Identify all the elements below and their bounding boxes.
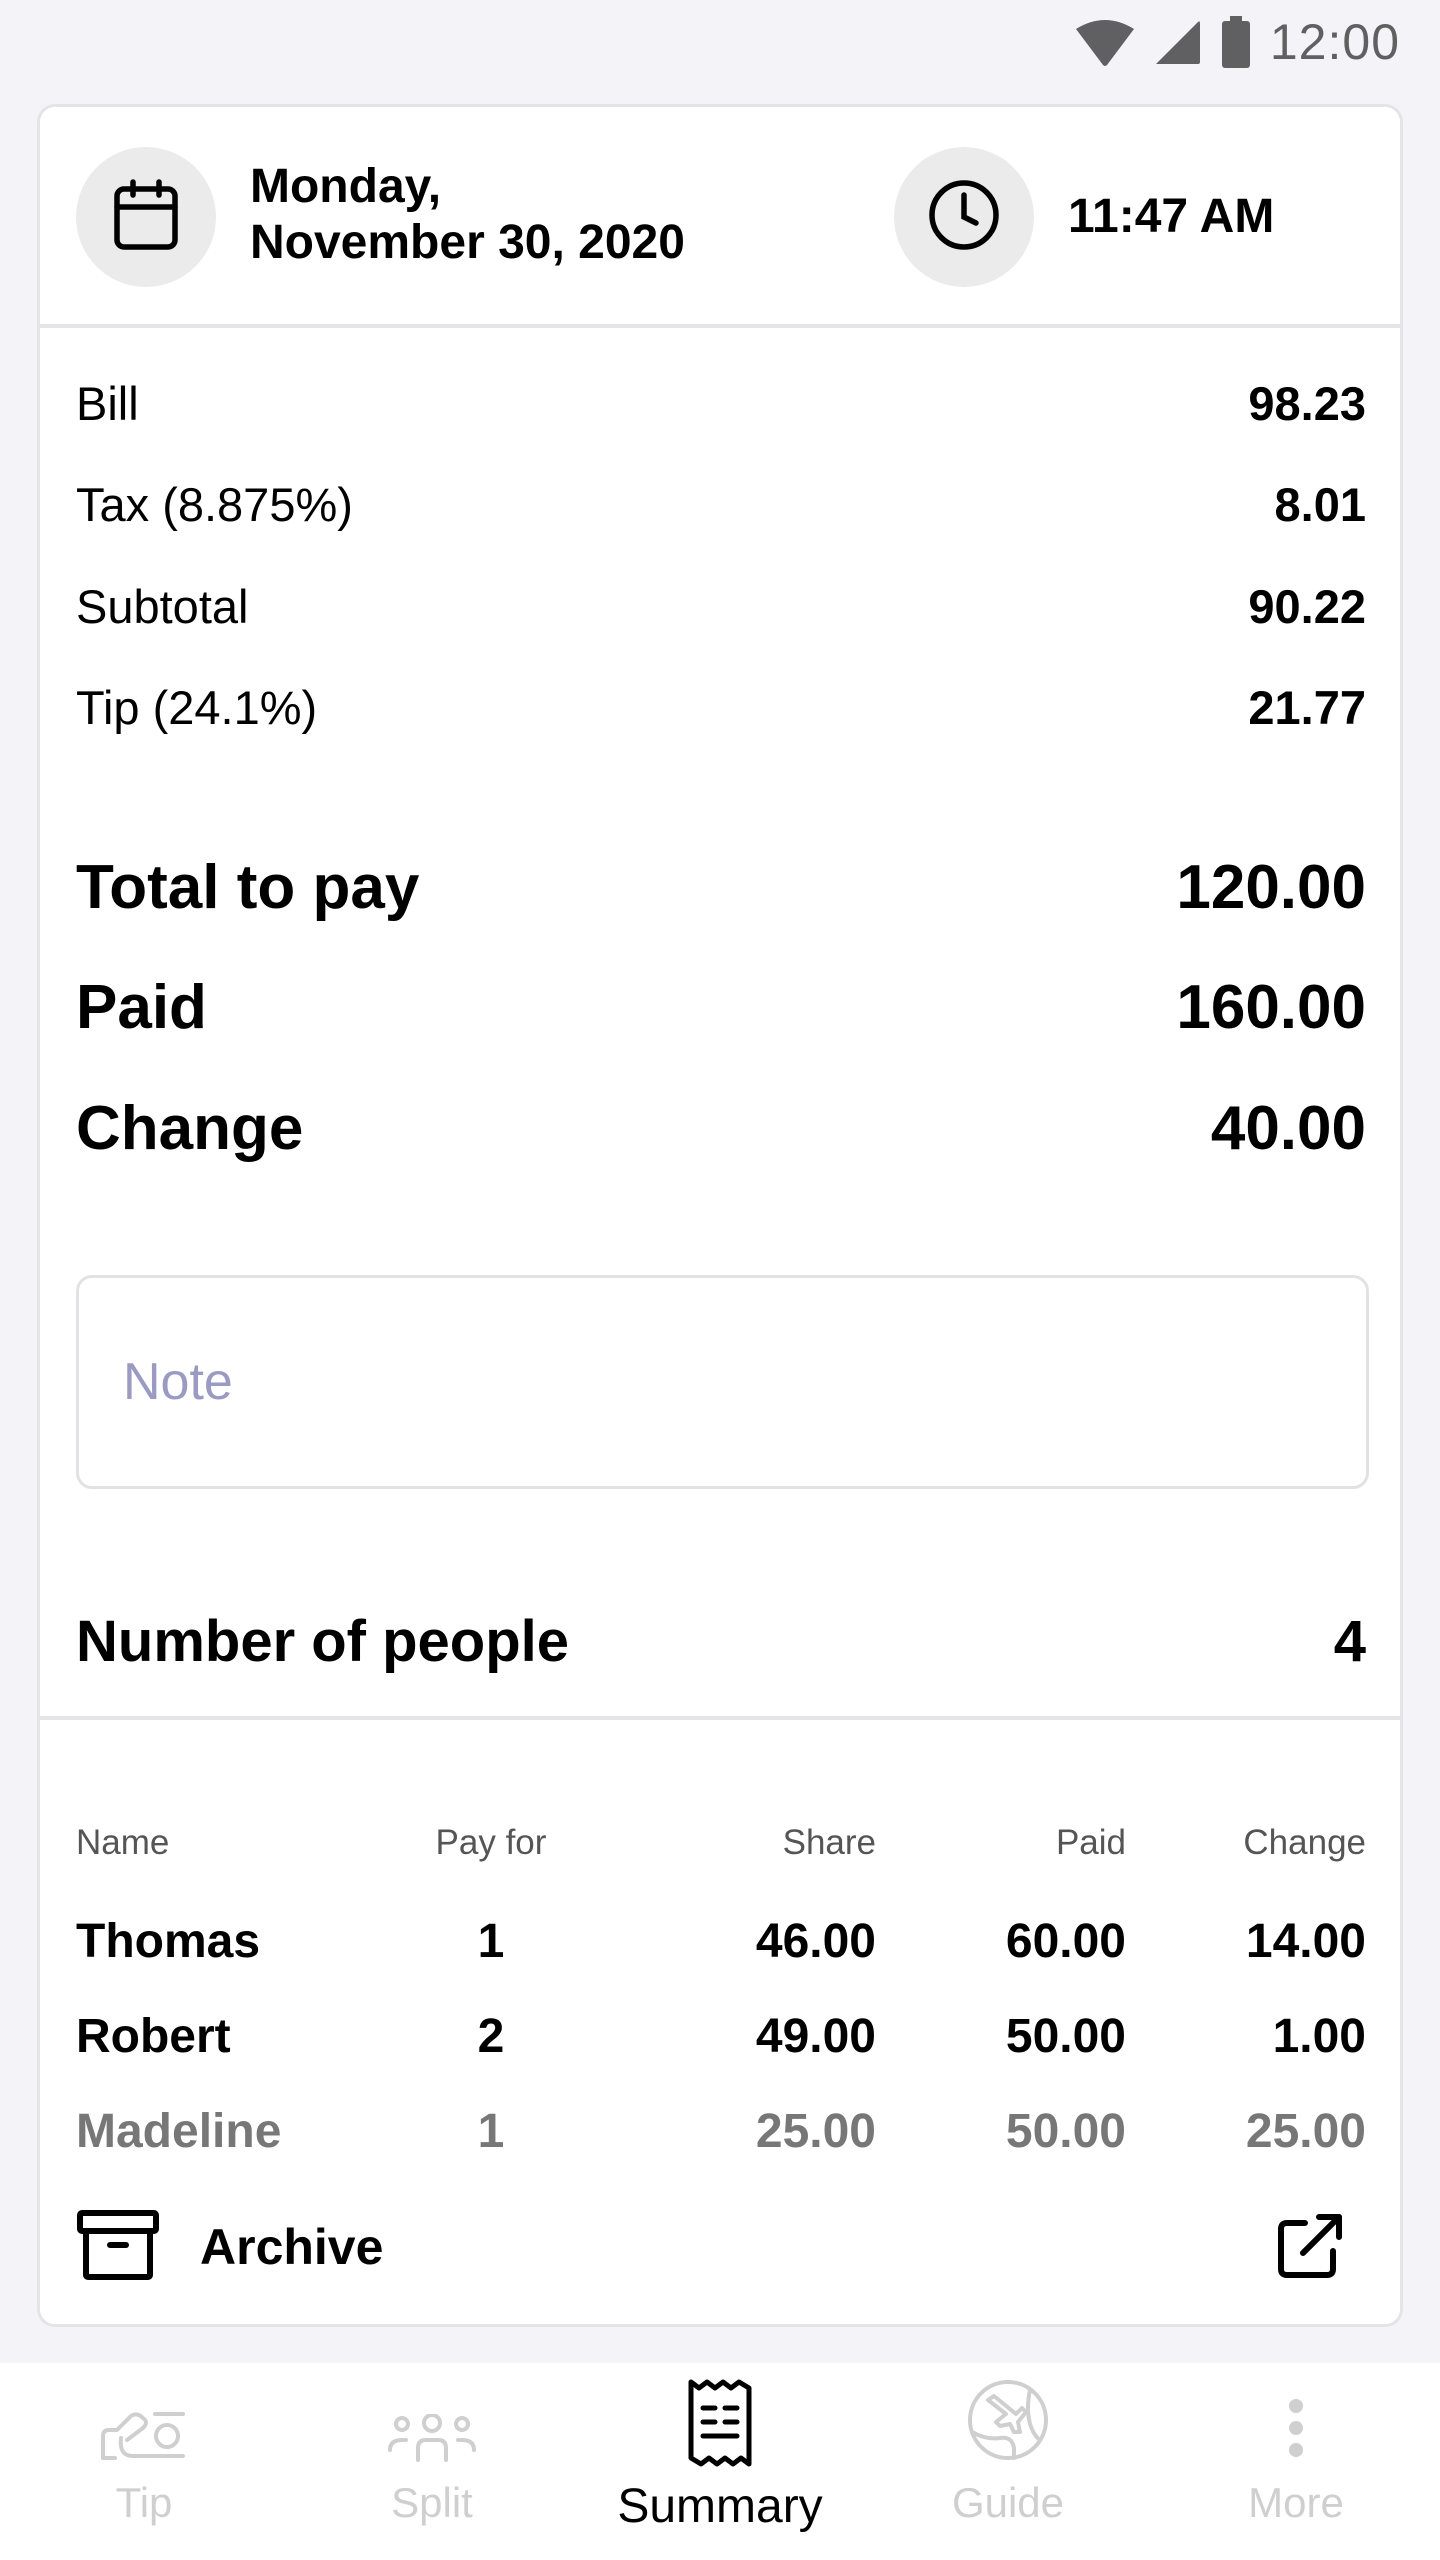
person-share: 25.00	[755, 2104, 876, 2158]
table-row: Robert 2 49.00 50.00 1.00	[76, 2006, 1366, 2066]
nav-label-guide: Guide	[951, 2479, 1065, 2526]
wifi-icon	[1074, 17, 1136, 67]
paid-row: Paid 160.00	[76, 969, 1366, 1045]
date-weekday: Monday,	[250, 160, 442, 213]
change-row: Change 40.00	[76, 1090, 1366, 1166]
tip-row: Tip (24.1%) 21.77	[76, 677, 1366, 737]
summary-card: Monday, November 30, 2020 11:47 AM Bill …	[37, 104, 1403, 2327]
more-vertical-icon	[1286, 2398, 1306, 2467]
archive-button[interactable]: Archive	[76, 2202, 383, 2292]
tax-value: 8.01	[1274, 477, 1366, 531]
globe-plane-icon	[966, 2378, 1050, 2467]
archive-box-icon	[76, 2209, 160, 2286]
person-change: 14.00	[1245, 1914, 1366, 1968]
time-label[interactable]: 11:47 AM	[1068, 189, 1274, 245]
nav-label-tip: Tip	[115, 2479, 173, 2526]
receipt-icon	[687, 2378, 753, 2473]
total-to-pay-label: Total to pay	[76, 852, 420, 922]
col-paid: Paid	[1055, 1823, 1126, 1862]
person-pay-for: 2	[477, 2009, 505, 2063]
person-share: 46.00	[755, 1914, 876, 1968]
archive-label: Archive	[200, 2219, 384, 2275]
share-button[interactable]	[1266, 2202, 1356, 2292]
person-share: 49.00	[755, 2009, 876, 2063]
total-to-pay-row: Total to pay 120.00	[76, 849, 1366, 925]
table-row: Thomas 1 46.00 60.00 14.00	[76, 1911, 1366, 1971]
nav-label-split: Split	[391, 2479, 473, 2526]
tip-label: Tip (24.1%)	[76, 680, 318, 734]
change-value: 40.00	[1210, 1093, 1366, 1163]
status-bar: 12:00	[0, 0, 1440, 100]
col-pay-for: Pay for	[435, 1823, 547, 1862]
number-of-people-value: 4	[1333, 1608, 1366, 1674]
col-change: Change	[1243, 1823, 1366, 1862]
person-name: Madeline	[76, 2104, 282, 2158]
nav-tab-more[interactable]: More	[1152, 2363, 1440, 2560]
paid-label: Paid	[76, 972, 207, 1042]
section-divider	[40, 1716, 1400, 1720]
col-share: Share	[782, 1823, 876, 1862]
person-pay-for: 1	[477, 2104, 505, 2158]
date-label[interactable]: Monday, November 30, 2020	[250, 159, 685, 271]
clock-icon	[928, 179, 1000, 256]
external-share-icon	[1275, 2209, 1347, 2286]
nav-label-summary: Summary	[617, 2480, 823, 2533]
person-change: 1.00	[1272, 2009, 1366, 2063]
person-name: Robert	[76, 2009, 231, 2063]
tax-row: Tax (8.875%) 8.01	[76, 474, 1366, 534]
time-picker-button[interactable]	[894, 147, 1034, 287]
nav-tab-summary[interactable]: Summary	[576, 2363, 864, 2560]
number-of-people-row: Number of people 4	[76, 1603, 1366, 1679]
subtotal-row: Subtotal 90.22	[76, 576, 1366, 636]
nav-tab-split[interactable]: Split	[288, 2363, 576, 2560]
date-time-header: Monday, November 30, 2020 11:47 AM	[40, 107, 1400, 328]
subtotal-value: 90.22	[1248, 579, 1366, 633]
person-paid: 50.00	[1005, 2009, 1126, 2063]
date-full: November 30, 2020	[250, 216, 685, 269]
table-header: Name Pay for Share Paid Change	[76, 1818, 1366, 1868]
tax-label: Tax (8.875%)	[76, 477, 353, 531]
person-change: 25.00	[1245, 2104, 1366, 2158]
hand-coin-icon	[99, 2412, 189, 2467]
person-pay-for: 1	[477, 1914, 505, 1968]
paid-value: 160.00	[1176, 972, 1366, 1042]
table-row: Madeline 1 25.00 50.00 25.00	[76, 2101, 1366, 2161]
person-paid: 60.00	[1005, 1914, 1126, 1968]
bill-value: 98.23	[1248, 376, 1366, 430]
bill-row: Bill 98.23	[76, 373, 1366, 433]
number-of-people-label: Number of people	[76, 1608, 570, 1674]
note-input[interactable]	[123, 1352, 1366, 1412]
group-people-icon	[388, 2413, 476, 2467]
calendar-icon	[113, 178, 179, 256]
nav-label-more: More	[1248, 2479, 1344, 2526]
bill-label: Bill	[76, 376, 139, 430]
col-name: Name	[76, 1823, 170, 1862]
note-field[interactable]	[76, 1275, 1369, 1489]
tip-value: 21.77	[1248, 680, 1366, 734]
person-paid: 50.00	[1005, 2104, 1126, 2158]
bottom-navigation: Tip Split Summary Guide More	[0, 2363, 1440, 2560]
date-picker-button[interactable]	[76, 147, 216, 287]
change-label: Change	[76, 1093, 304, 1163]
cellular-signal-icon	[1154, 18, 1202, 66]
status-time: 12:00	[1269, 14, 1400, 70]
nav-tab-tip[interactable]: Tip	[0, 2363, 288, 2560]
subtotal-label: Subtotal	[76, 579, 249, 633]
nav-tab-guide[interactable]: Guide	[864, 2363, 1152, 2560]
battery-icon	[1220, 16, 1252, 68]
person-name: Thomas	[76, 1914, 261, 1968]
total-to-pay-value: 120.00	[1176, 852, 1366, 922]
